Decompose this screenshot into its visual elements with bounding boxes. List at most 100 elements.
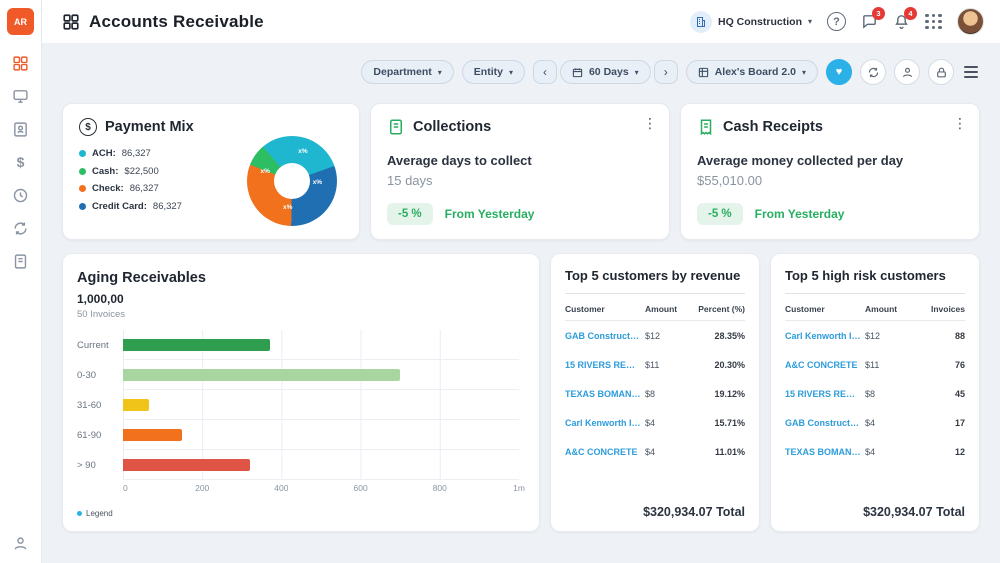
account-share-button[interactable] xyxy=(894,59,920,85)
legend-dot xyxy=(77,511,82,516)
kebab-menu-icon[interactable]: ⋮ xyxy=(643,116,657,130)
sidebar-item-payments-icon[interactable]: $ xyxy=(11,152,31,172)
lock-button[interactable] xyxy=(928,59,954,85)
help-button[interactable]: ? xyxy=(827,12,846,31)
table-cell: 19.12% xyxy=(689,389,745,399)
legend-value: $22,500 xyxy=(124,166,158,177)
collections-value: 15 days xyxy=(387,173,653,188)
aging-category-label: 31-60 xyxy=(77,400,123,411)
sidebar-item-monitor-icon[interactable] xyxy=(11,86,31,106)
aging-invoice-count: 50 Invoices xyxy=(77,309,525,320)
board-label: Alex's Board 2.0 xyxy=(715,66,796,78)
table-cell: $4 xyxy=(645,418,689,428)
table-row: GAB Construction$1228.35% xyxy=(565,321,745,350)
legend-label: Check: xyxy=(92,183,124,194)
customer-link[interactable]: 15 RIVERS READY-MIX xyxy=(785,389,865,399)
cash-receipts-delta-badge: -5 % xyxy=(697,203,743,225)
cash-receipts-delta-caption: From Yesterday xyxy=(755,207,845,221)
sidebar-item-account-settings-icon[interactable] xyxy=(11,533,31,553)
customer-link[interactable]: TEXAS BOMANITE xyxy=(785,447,865,457)
column-header: Percent (%) xyxy=(689,304,745,314)
aging-title: Aging Receivables xyxy=(77,270,525,286)
customer-link[interactable]: 15 RIVERS READY-MIX xyxy=(565,360,645,370)
prev-period-button[interactable]: ‹ xyxy=(533,60,557,84)
table-row: 15 RIVERS READY-MIX$845 xyxy=(785,379,965,408)
app-logo-text: AR xyxy=(14,17,27,27)
sidebar-item-sync-icon[interactable] xyxy=(11,218,31,238)
user-avatar[interactable] xyxy=(957,8,984,35)
collections-subtitle: Average days to collect xyxy=(387,153,653,168)
top-high-risk-card: Top 5 high risk customers CustomerAmount… xyxy=(770,253,980,532)
board-selector[interactable]: Alex's Board 2.0 ▾ xyxy=(686,60,818,84)
top-risk-total: $320,934.07 Total xyxy=(863,505,965,519)
customer-link[interactable]: GAB Construction xyxy=(785,418,865,428)
chat-button[interactable]: 3 xyxy=(861,13,878,30)
table-cell: 45 xyxy=(909,389,965,399)
aging-bar-row: 0-30 xyxy=(77,360,525,390)
aging-category-label: Current xyxy=(77,340,123,351)
sidebar-item-dashboard-icon[interactable] xyxy=(11,53,31,73)
department-filter-label: Department xyxy=(373,66,431,78)
column-header: Invoices xyxy=(909,304,965,314)
collections-title: Collections xyxy=(413,119,491,135)
axis-tick-label: 0 xyxy=(123,483,128,493)
sidebar-item-contacts-icon[interactable] xyxy=(11,119,31,139)
legend-dot xyxy=(79,168,86,175)
menu-lines-button[interactable] xyxy=(962,62,980,81)
table-cell: 28.35% xyxy=(689,331,745,341)
chat-badge: 3 xyxy=(872,7,885,20)
legend-dot xyxy=(79,150,86,157)
aging-legend[interactable]: Legend xyxy=(77,509,525,518)
chevron-down-icon: ▾ xyxy=(808,17,812,26)
lock-icon xyxy=(935,66,948,79)
axis-tick-label: 600 xyxy=(354,483,368,493)
receipt-icon xyxy=(697,118,715,136)
date-range-label: 60 Days xyxy=(589,66,629,78)
sidebar-item-history-icon[interactable] xyxy=(11,185,31,205)
aging-bar-track xyxy=(123,450,519,480)
aging-bar-track xyxy=(123,330,519,360)
axis-tick-label: 1m xyxy=(513,483,525,493)
refresh-button[interactable] xyxy=(860,59,886,85)
table-cell: $4 xyxy=(865,447,909,457)
date-range-selector[interactable]: 60 Days ▾ xyxy=(560,60,651,84)
cash-receipts-title: Cash Receipts xyxy=(723,119,823,135)
cash-receipts-value: $55,010.00 xyxy=(697,173,963,188)
notifications-button[interactable]: 4 xyxy=(893,13,910,30)
app-logo[interactable]: AR xyxy=(7,8,34,35)
table-cell: 12 xyxy=(909,447,965,457)
customer-link[interactable]: GAB Construction xyxy=(565,331,645,341)
customer-link[interactable]: Carl Kenworth Inc. xyxy=(565,418,645,428)
entity-filter[interactable]: Entity ▾ xyxy=(462,60,525,84)
favorite-button[interactable]: ♥ xyxy=(826,59,852,85)
aging-category-label: > 90 xyxy=(77,460,123,471)
table-cell: $11 xyxy=(645,360,689,370)
axis-tick-label: 400 xyxy=(274,483,288,493)
table-cell: 17 xyxy=(909,418,965,428)
collections-delta-caption: From Yesterday xyxy=(445,207,535,221)
axis-tick-label: 800 xyxy=(433,483,447,493)
cash-receipts-card: Cash Receipts ⋮ Average money collected … xyxy=(680,103,980,240)
aging-bar-chart: Current0-3031-6061-90> 90 02004006008001… xyxy=(77,330,525,497)
table-cell: $12 xyxy=(645,331,689,341)
legend-dot xyxy=(79,203,86,210)
customer-link[interactable]: TEXAS BOMANITE xyxy=(565,389,645,399)
aging-bar xyxy=(123,399,149,411)
entity-filter-label: Entity xyxy=(474,66,503,78)
customer-link[interactable]: Carl Kenworth Inc. xyxy=(785,331,865,341)
table-row: Carl Kenworth Inc.$1288 xyxy=(785,321,965,350)
next-period-button[interactable]: › xyxy=(654,60,678,84)
apps-grid-icon[interactable] xyxy=(925,14,942,30)
kebab-menu-icon[interactable]: ⋮ xyxy=(953,116,967,130)
page-title: Accounts Receivable xyxy=(89,12,264,32)
company-selector[interactable]: HQ Construction ▾ xyxy=(690,11,812,33)
sidebar-nav: $ xyxy=(11,53,31,271)
customer-link[interactable]: A&C CONCRETE xyxy=(565,447,645,457)
department-filter[interactable]: Department ▾ xyxy=(361,60,453,84)
table-body: GAB Construction$1228.35% 15 RIVERS READY… xyxy=(565,321,745,466)
legend-label: Cash: xyxy=(92,166,118,177)
customer-link[interactable]: A&C CONCRETE xyxy=(785,360,865,370)
sidebar-item-ledger-icon[interactable] xyxy=(11,251,31,271)
slice-label: x% xyxy=(283,204,292,211)
chevron-down-icon: ▾ xyxy=(438,68,442,77)
